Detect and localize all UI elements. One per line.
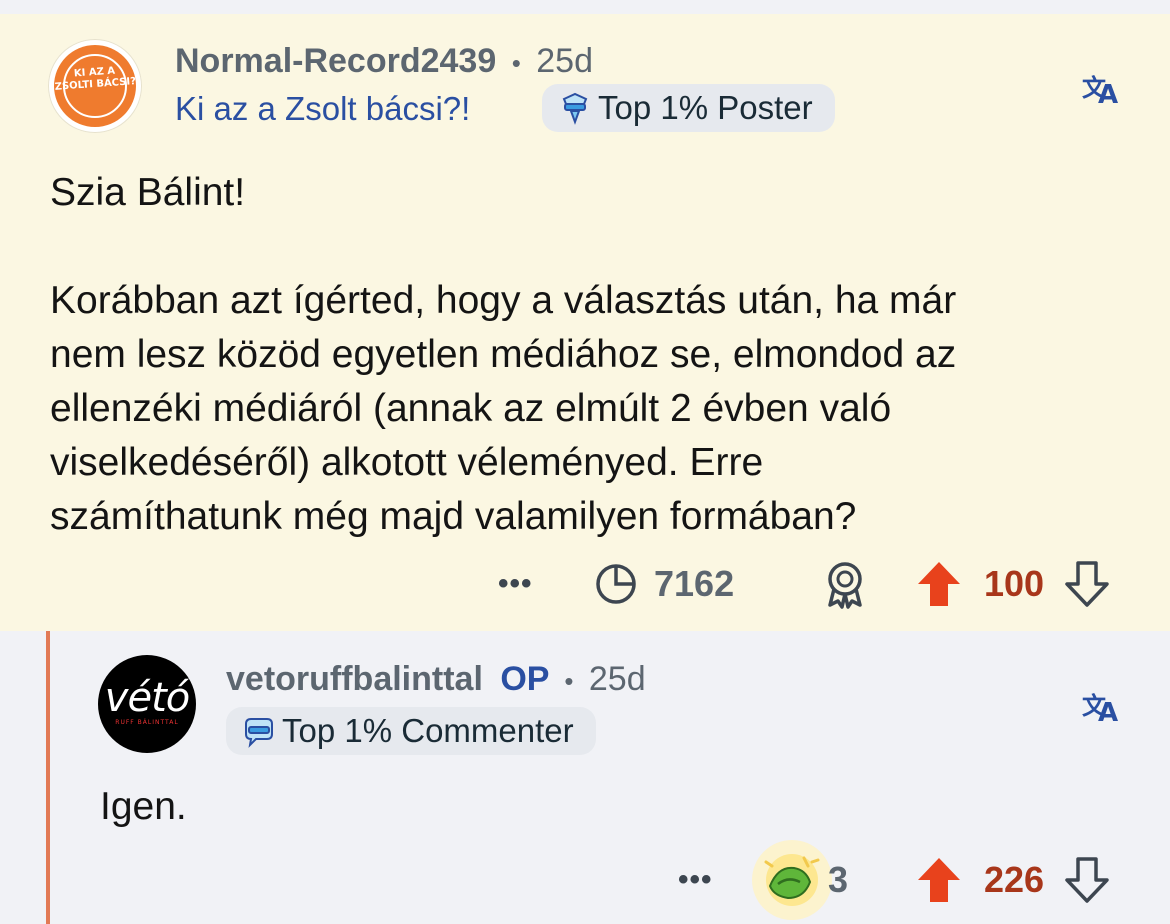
award-display[interactable]: 3 [748, 836, 848, 924]
comment-paragraph: Szia Bálint! [50, 171, 246, 214]
comment-author-line: vetoruffbalinttal OP • 25d [226, 660, 646, 699]
upvote-icon[interactable] [916, 560, 962, 608]
avatar[interactable]: KI AZ A ZSOLTI BÁCSI? [48, 39, 142, 133]
comment-age: 25d [588, 660, 646, 698]
translate-icon[interactable]: 文A [1082, 690, 1122, 730]
avatar[interactable]: vétó RUFF BÁLINTTAL [98, 655, 196, 753]
upvote-icon[interactable] [916, 856, 962, 904]
comment-author-line: Normal-Record2439 • 25d [175, 42, 593, 81]
vote-count: 226 [984, 859, 1045, 900]
views-count: 7162 [654, 563, 735, 604]
comment-age: 25d [536, 42, 593, 80]
user-flair: Ki az a Zsolt bácsi?! [175, 90, 471, 127]
more-options-button[interactable]: ••• [498, 567, 533, 601]
top-spacer [0, 0, 1170, 14]
poster-badge-icon [558, 91, 592, 125]
vote-controls: 226 [916, 852, 1110, 908]
translate-icon[interactable]: 文A [1082, 72, 1122, 112]
thread-line[interactable] [46, 631, 50, 924]
username[interactable]: vetoruffbalinttal [226, 660, 483, 698]
comment-paragraph: Korábban azt ígérted, hogy a választás u… [50, 279, 957, 538]
comment-actions: ••• [678, 852, 713, 908]
wholesome-award-icon [748, 836, 836, 924]
award-count: 3 [828, 859, 849, 900]
downvote-icon[interactable] [1064, 856, 1110, 904]
views-icon [594, 562, 638, 606]
comment-body: Igen. [100, 785, 187, 828]
badge-label: Top 1% Poster [598, 89, 813, 126]
views-stat[interactable]: 7162 [594, 556, 734, 612]
more-options-button[interactable]: ••• [678, 863, 713, 897]
username[interactable]: Normal-Record2439 [175, 42, 496, 80]
op-label: OP [500, 660, 549, 698]
achievement-badge[interactable]: Top 1% Commenter [226, 707, 596, 755]
comment-actions: ••• [498, 556, 533, 612]
separator-dot: • [564, 666, 574, 696]
avatar-logo: vétó [104, 675, 190, 721]
badge-label: Top 1% Commenter [282, 712, 574, 749]
vote-count: 100 [984, 563, 1045, 604]
award-button[interactable] [822, 556, 868, 612]
separator-dot: • [511, 48, 521, 78]
downvote-icon[interactable] [1064, 560, 1110, 608]
achievement-badge[interactable]: Top 1% Poster [542, 84, 835, 132]
avatar-subtext: RUFF BÁLINTTAL [115, 719, 179, 726]
award-icon [822, 559, 868, 609]
comment-body: Szia Bálint! Korábban azt ígérted, hogy … [50, 166, 1140, 544]
vote-controls: 100 [916, 556, 1110, 612]
commenter-badge-icon [242, 714, 276, 748]
